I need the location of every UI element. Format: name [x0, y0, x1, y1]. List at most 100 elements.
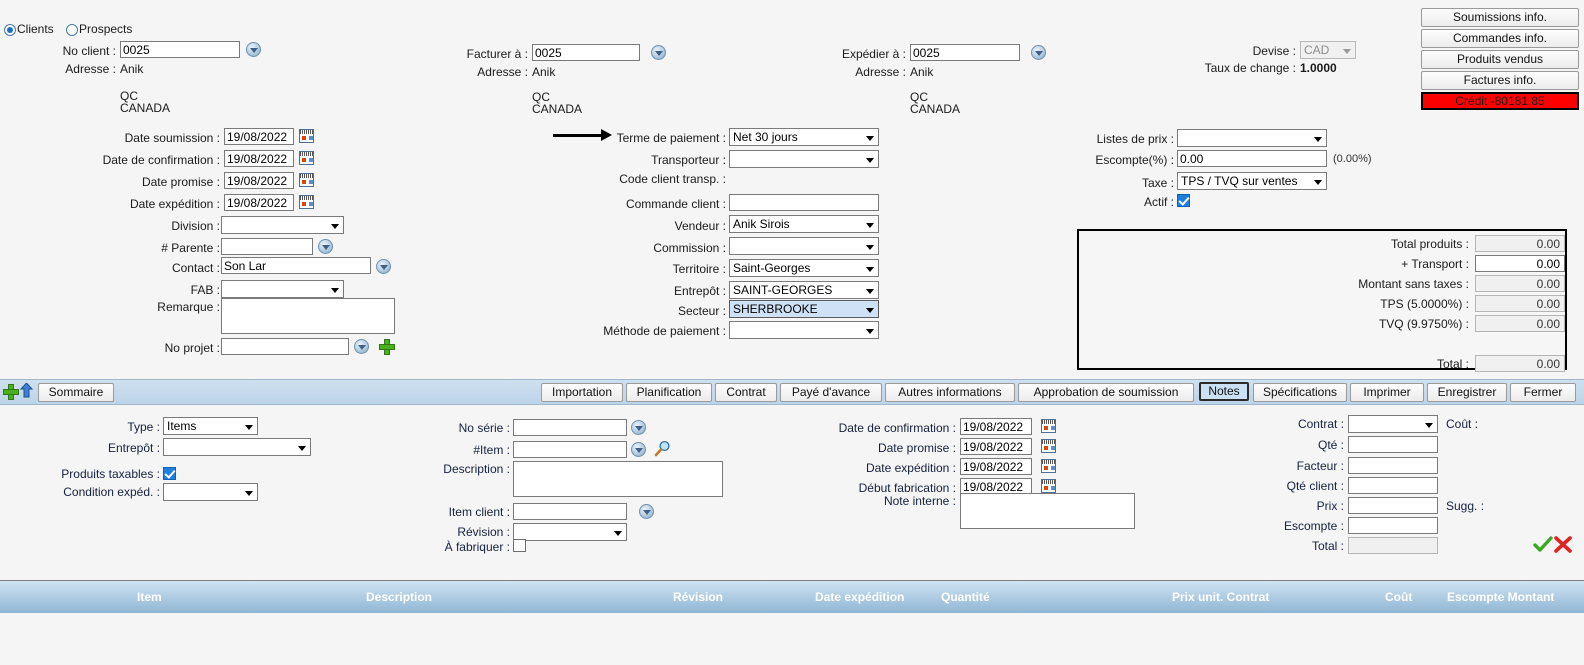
transport-input[interactable] [1475, 255, 1565, 272]
item-number-input[interactable] [513, 441, 627, 458]
radio-prospects-label: Prospects [79, 22, 133, 36]
date-expedition-input[interactable] [224, 194, 294, 211]
vendeur-select[interactable]: Anik Sirois [729, 215, 879, 233]
sommaire-button[interactable]: Sommaire [38, 383, 114, 402]
entrepot-select[interactable]: SAINT-GEORGES [729, 281, 879, 299]
expedier-a-input[interactable] [910, 44, 1020, 61]
add-projet-icon[interactable] [379, 339, 395, 355]
actif-checkbox[interactable] [1177, 194, 1190, 207]
taxe-select[interactable]: TPS / TVQ sur ventes [1177, 172, 1327, 190]
commandes-info-button[interactable]: Commandes info. [1421, 29, 1579, 48]
date-promise-input[interactable] [224, 172, 294, 189]
actif-label: Actif : [1143, 195, 1174, 209]
note-interne-textarea[interactable] [960, 493, 1135, 529]
detail-contrat-select[interactable] [1348, 415, 1438, 433]
terme-paiement-select[interactable]: Net 30 jours [729, 128, 879, 146]
parente-dropdown-icon[interactable] [318, 239, 333, 254]
toolbar-button-approbation-de-soumission[interactable]: Approbation de soumission [1018, 383, 1194, 402]
toolbar-button-imprimer[interactable]: Imprimer [1350, 383, 1424, 402]
item-client-input[interactable] [513, 503, 627, 520]
contact-input[interactable] [221, 257, 371, 274]
toolbar-button-notes[interactable]: Notes [1199, 382, 1249, 401]
parente-input[interactable] [221, 238, 313, 255]
grid-column-escompte-montant: Escompte Montant [1447, 590, 1555, 604]
toolbar-button-fermer[interactable]: Fermer [1510, 383, 1576, 402]
calendar-icon[interactable] [299, 129, 314, 143]
cancel-icon[interactable] [1553, 536, 1572, 553]
no-client-input[interactable] [120, 41, 240, 58]
calendar-icon[interactable] [1041, 479, 1056, 493]
methode-paiement-select[interactable] [729, 321, 879, 339]
expedier-a-dropdown-icon[interactable] [1031, 45, 1046, 60]
division-select[interactable] [221, 216, 344, 234]
detail-entrepot-select[interactable] [163, 438, 311, 456]
no-serie-dropdown-icon[interactable] [631, 420, 646, 435]
detail-prix-input[interactable] [1348, 497, 1438, 514]
toolbar-button-specifications[interactable]: Spécifications [1253, 383, 1347, 402]
calendar-icon[interactable] [1041, 419, 1056, 433]
debut-fabrication-label: Début fabrication : [858, 481, 956, 495]
no-serie-input[interactable] [513, 419, 627, 436]
detail-description-label: Description : [443, 462, 510, 476]
no-client-dropdown-icon[interactable] [246, 42, 261, 57]
toolbar-button-autres-informations[interactable]: Autres informations [885, 383, 1015, 402]
produits-vendus-button[interactable]: Produits vendus [1421, 50, 1579, 69]
move-up-icon[interactable] [19, 382, 34, 398]
item-number-dropdown-icon[interactable] [631, 442, 646, 457]
transporteur-select[interactable] [729, 150, 879, 168]
detail-date-expedition-input[interactable] [960, 458, 1032, 475]
facturer-a-input[interactable] [532, 44, 640, 61]
commande-client-input[interactable] [729, 194, 879, 211]
line-items-grid-body[interactable] [0, 613, 1584, 665]
no-serie-label: No série : [458, 421, 510, 435]
territoire-select[interactable]: Saint-Georges [729, 259, 879, 277]
search-icon[interactable] [654, 440, 671, 457]
toolbar-button-paye-davance[interactable]: Payé d'avance [780, 383, 882, 402]
no-projet-dropdown-icon[interactable] [354, 339, 369, 354]
detail-description-textarea[interactable] [513, 461, 723, 497]
toolbar-button-planification[interactable]: Planification [626, 383, 712, 402]
customer-type-radio-group[interactable]: Clients Prospects [4, 22, 132, 36]
calendar-icon[interactable] [299, 173, 314, 187]
radio-clients[interactable] [4, 23, 16, 36]
grand-total-label: Total : [1436, 357, 1469, 371]
devise-select[interactable]: CAD [1300, 41, 1356, 59]
toolbar-button-contrat[interactable]: Contrat [715, 383, 777, 402]
commission-select[interactable] [729, 237, 879, 255]
calendar-icon[interactable] [1041, 459, 1056, 473]
add-icon[interactable] [3, 384, 19, 400]
contact-dropdown-icon[interactable] [376, 259, 391, 274]
detail-qte-client-input[interactable] [1348, 477, 1438, 494]
detail-escompte-input[interactable] [1348, 517, 1438, 534]
listes-prix-select[interactable] [1177, 129, 1327, 147]
toolbar-button-enregistrer[interactable]: Enregistrer [1427, 383, 1507, 402]
fab-select[interactable] [221, 280, 344, 298]
detail-date-confirmation-input[interactable] [960, 418, 1032, 435]
calendar-icon[interactable] [299, 195, 314, 209]
detail-qte-input[interactable] [1348, 436, 1438, 453]
date-confirmation-input[interactable] [224, 150, 294, 167]
calendar-icon[interactable] [1041, 439, 1056, 453]
soumissions-info-button[interactable]: Soumissions info. [1421, 8, 1579, 27]
factures-info-button[interactable]: Factures info. [1421, 71, 1579, 90]
toolbar-button-importation[interactable]: Importation [541, 383, 623, 402]
facturer-a-dropdown-icon[interactable] [651, 45, 666, 60]
client-address-country: CANADA [120, 101, 171, 115]
secteur-select[interactable]: SHERBROOKE [729, 300, 879, 318]
remarque-textarea[interactable] [221, 298, 395, 334]
item-client-dropdown-icon[interactable] [639, 504, 654, 519]
detail-type-select[interactable]: Items [163, 417, 258, 435]
calendar-icon[interactable] [299, 151, 314, 165]
a-fabriquer-checkbox[interactable] [513, 539, 526, 552]
detail-date-promise-input[interactable] [960, 438, 1032, 455]
grid-column-description: Description [366, 590, 433, 604]
detail-revision-select[interactable] [513, 523, 627, 541]
condition-exped-select[interactable] [163, 483, 258, 501]
radio-prospects[interactable] [66, 23, 79, 36]
confirm-icon[interactable] [1533, 536, 1553, 552]
escompte-pct-input[interactable] [1177, 150, 1327, 167]
no-projet-input[interactable] [221, 338, 349, 355]
detail-facteur-input[interactable] [1348, 457, 1438, 474]
produits-taxables-checkbox[interactable] [163, 467, 176, 480]
date-soumission-input[interactable] [224, 128, 294, 145]
